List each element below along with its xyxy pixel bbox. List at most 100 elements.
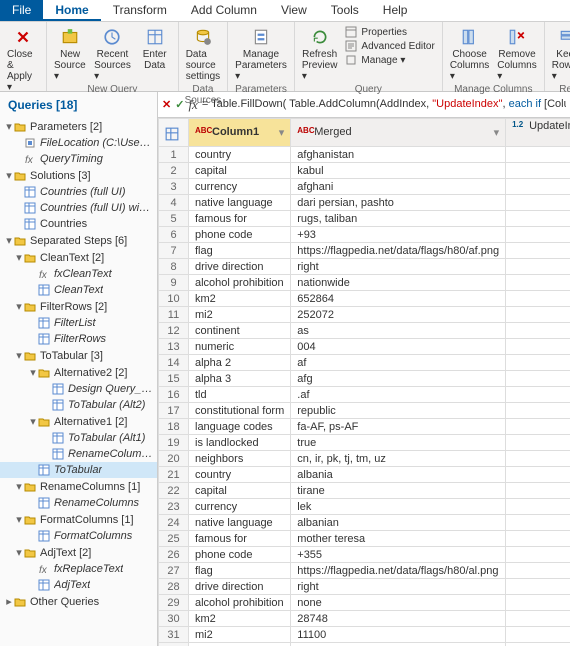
table-row[interactable]: 1countryafghanistan0 — [159, 147, 570, 163]
cell-column1[interactable]: flag — [189, 243, 291, 259]
cell-merged[interactable]: mother teresa — [291, 531, 506, 547]
tree-item[interactable]: FilterList — [0, 315, 157, 331]
cell-merged[interactable]: nationwide — [291, 275, 506, 291]
cell-merged[interactable]: albania — [291, 467, 506, 483]
row-number[interactable]: 7 — [159, 243, 189, 259]
cell-merged[interactable]: afg — [291, 371, 506, 387]
cell-column1[interactable]: currency — [189, 499, 291, 515]
row-number[interactable]: 28 — [159, 579, 189, 595]
row-number[interactable]: 30 — [159, 611, 189, 627]
cell-updateindex[interactable]: 0 — [506, 195, 570, 211]
tree-item[interactable]: ▾FormatColumns [1] — [0, 511, 157, 528]
cell-updateindex[interactable]: 0 — [506, 387, 570, 403]
cell-merged[interactable]: republic — [291, 403, 506, 419]
table-row[interactable]: 17constitutional formrepublic0 — [159, 403, 570, 419]
tree-item[interactable]: ▸Other Queries — [0, 593, 157, 610]
column-header-column1[interactable]: ABCColumn1▾ — [189, 119, 291, 147]
cell-merged[interactable]: 28748 — [291, 611, 506, 627]
cell-merged[interactable]: afghanistan — [291, 147, 506, 163]
table-row[interactable]: 19is landlockedtrue0 — [159, 435, 570, 451]
tree-item[interactable]: FileLocation (C:\Users\L...) — [0, 135, 157, 151]
row-number[interactable]: 19 — [159, 435, 189, 451]
row-number[interactable]: 22 — [159, 483, 189, 499]
tree-item[interactable]: Countries (full UI) with... — [0, 200, 157, 216]
table-row[interactable]: 32continenteu20 — [159, 643, 570, 646]
column-dropdown-icon[interactable]: ▾ — [279, 126, 285, 139]
tree-item[interactable]: RenameColumns — [0, 495, 157, 511]
data-grid[interactable]: ABCColumn1▾ ABCMerged▾ 1.2UpdateIndex▾ 1… — [158, 118, 570, 646]
table-row[interactable]: 25famous formother teresa20 — [159, 531, 570, 547]
cell-merged[interactable]: af — [291, 355, 506, 371]
cell-updateindex[interactable]: 0 — [506, 179, 570, 195]
row-number[interactable]: 3 — [159, 179, 189, 195]
choose-columns-button[interactable]: ChooseColumns ▾ — [446, 24, 493, 84]
table-row[interactable]: 8drive directionright0 — [159, 259, 570, 275]
cell-updateindex[interactable]: 0 — [506, 291, 570, 307]
cell-merged[interactable]: 252072 — [291, 307, 506, 323]
tree-item[interactable]: RenameColumns (A... — [0, 446, 157, 462]
cell-updateindex[interactable]: 0 — [506, 339, 570, 355]
manage-button[interactable]: Manage ▾ — [345, 54, 434, 66]
table-row[interactable]: 5famous forrugs, taliban0 — [159, 211, 570, 227]
tree-item[interactable]: Design Query_Trans... — [0, 381, 157, 397]
cell-updateindex[interactable]: 20 — [506, 627, 570, 643]
cell-column1[interactable]: alcohol prohibition — [189, 595, 291, 611]
table-row[interactable]: 30km22874820 — [159, 611, 570, 627]
cell-merged[interactable]: +355 — [291, 547, 506, 563]
cell-updateindex[interactable]: 20 — [506, 643, 570, 646]
menu-view[interactable]: View — [269, 0, 319, 21]
cell-updateindex[interactable]: 0 — [506, 435, 570, 451]
column-header-updateindex[interactable]: 1.2UpdateIndex▾ — [506, 119, 570, 147]
formula-accept-icon[interactable]: ✓ — [175, 98, 184, 111]
table-row[interactable]: 22capitaltirane20 — [159, 483, 570, 499]
tree-item[interactable]: FormatColumns — [0, 528, 157, 544]
cell-merged[interactable]: +93 — [291, 227, 506, 243]
row-number[interactable]: 32 — [159, 643, 189, 646]
table-row[interactable]: 14alpha 2af0 — [159, 355, 570, 371]
refresh-preview-button[interactable]: RefreshPreview ▾ — [298, 24, 342, 84]
cell-merged[interactable]: tirane — [291, 483, 506, 499]
expand-icon[interactable]: ▸ — [4, 595, 14, 608]
cell-merged[interactable]: 652864 — [291, 291, 506, 307]
cell-column1[interactable]: neighbors — [189, 451, 291, 467]
row-number[interactable]: 23 — [159, 499, 189, 515]
tree-item[interactable]: CleanText — [0, 282, 157, 298]
expand-icon[interactable]: ▾ — [14, 300, 24, 313]
tree-item[interactable]: ▾CleanText [2] — [0, 249, 157, 266]
expand-icon[interactable]: ▾ — [28, 366, 38, 379]
properties-button[interactable]: Properties — [345, 26, 434, 38]
cell-column1[interactable]: continent — [189, 643, 291, 646]
cell-column1[interactable]: famous for — [189, 211, 291, 227]
cell-column1[interactable]: native language — [189, 195, 291, 211]
cell-column1[interactable]: mi2 — [189, 627, 291, 643]
menu-help[interactable]: Help — [371, 0, 420, 21]
keep-rows-button[interactable]: KeepRows ▾ — [548, 24, 570, 84]
cell-column1[interactable]: flag — [189, 563, 291, 579]
tree-item[interactable]: FilterRows — [0, 331, 157, 347]
cell-column1[interactable]: capital — [189, 483, 291, 499]
cell-column1[interactable]: km2 — [189, 291, 291, 307]
cell-merged[interactable]: afghani — [291, 179, 506, 195]
cell-merged[interactable]: none — [291, 595, 506, 611]
cell-updateindex[interactable]: 0 — [506, 275, 570, 291]
cell-merged[interactable]: cn, ir, pk, tj, tm, uz — [291, 451, 506, 467]
table-row[interactable]: 12continentas0 — [159, 323, 570, 339]
tree-item[interactable]: ToTabular (Alt1) — [0, 430, 157, 446]
cell-updateindex[interactable]: 20 — [506, 467, 570, 483]
cell-merged[interactable]: albanian — [291, 515, 506, 531]
manage-parameters-button[interactable]: ManageParameters ▾ — [231, 24, 291, 84]
table-row[interactable]: 3currencyafghani0 — [159, 179, 570, 195]
cell-updateindex[interactable]: 20 — [506, 595, 570, 611]
cell-merged[interactable]: fa-AF, ps-AF — [291, 419, 506, 435]
remove-columns-button[interactable]: RemoveColumns ▾ — [493, 24, 540, 84]
new-source-button[interactable]: NewSource ▾ — [50, 24, 90, 84]
column-header-merged[interactable]: ABCMerged▾ — [291, 119, 506, 147]
row-number[interactable]: 24 — [159, 515, 189, 531]
row-number[interactable]: 26 — [159, 547, 189, 563]
cell-column1[interactable]: currency — [189, 179, 291, 195]
formula-cancel-icon[interactable]: ✕ — [162, 98, 171, 111]
menu-file[interactable]: File — [0, 0, 43, 21]
tree-item[interactable]: ▾Alternative1 [2] — [0, 413, 157, 430]
queries-pane-header[interactable]: Queries [18] — [0, 92, 157, 118]
tree-item[interactable]: ▾Solutions [3] — [0, 167, 157, 184]
